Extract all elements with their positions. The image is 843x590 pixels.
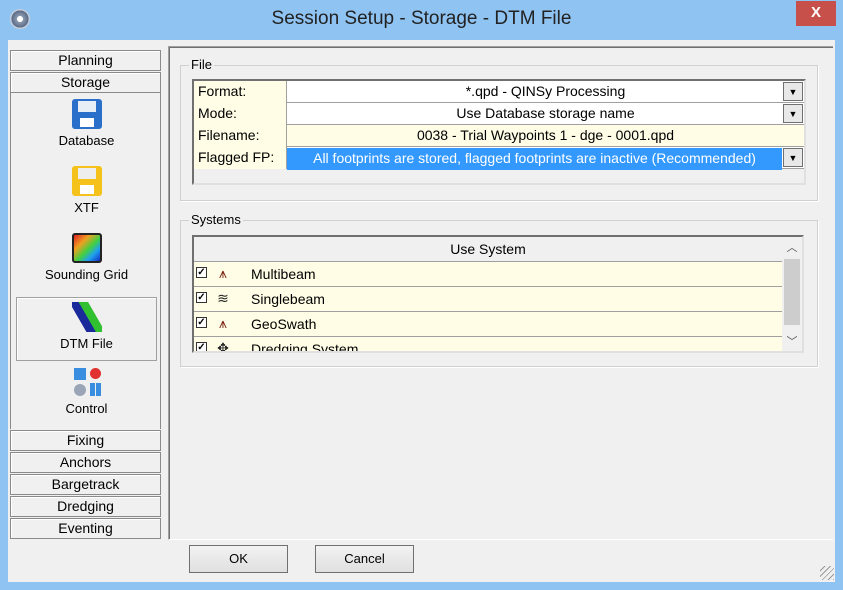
nav-anchors[interactable]: Anchors	[10, 452, 161, 473]
nav-item-label: XTF	[74, 200, 99, 215]
flagged-fp-row[interactable]: Flagged FP: All footprints are stored, f…	[194, 147, 804, 170]
xtf-floppy-icon	[71, 166, 102, 196]
system-name: Singlebeam	[251, 291, 325, 307]
resize-grip-icon[interactable]	[820, 566, 834, 580]
nav-item-control[interactable]: Control	[16, 367, 157, 416]
use-system-header[interactable]: Use System	[194, 237, 782, 262]
checkbox-singlebeam[interactable]: ✓	[196, 292, 207, 303]
window-title: Session Setup - Storage - DTM File	[271, 8, 572, 29]
nav-item-database[interactable]: Database	[16, 99, 157, 148]
chevron-down-icon[interactable]: ▼	[783, 104, 803, 123]
geoswath-icon: ⩚	[219, 315, 227, 331]
system-name: Dredging System	[251, 341, 359, 353]
sounding-grid-icon	[71, 233, 102, 263]
chevron-down-icon[interactable]: ▼	[783, 82, 803, 101]
format-label: Format:	[194, 81, 287, 103]
chevron-down-icon[interactable]: ▼	[783, 148, 803, 167]
nav-item-label: DTM File	[60, 336, 113, 351]
filename-value: 0038 - Trial Waypoints 1 - dge - 0001.qp…	[416, 127, 675, 143]
format-select[interactable]: *.qpd - QINSy Processing	[287, 81, 804, 103]
checkbox-geoswath[interactable]: ✓	[196, 317, 207, 328]
system-row-geoswath[interactable]: ✓ ⩚ GeoSwath	[194, 312, 782, 337]
nav-item-label: Database	[58, 133, 115, 148]
checkbox-multibeam[interactable]: ✓	[196, 267, 207, 278]
database-floppy-icon	[71, 99, 102, 129]
vertical-scrollbar[interactable]: ︿ ﹀	[782, 237, 802, 351]
scrollbar-thumb[interactable]	[784, 259, 800, 325]
filename-label: Filename:	[194, 125, 287, 147]
mode-label: Mode:	[194, 103, 287, 125]
checkbox-dredging-system[interactable]: ✓	[196, 342, 207, 351]
scroll-up-icon[interactable]: ︿	[782, 239, 802, 255]
filename-row: Filename: 0038 - Trial Waypoints 1 - dge…	[194, 125, 804, 147]
nav-item-xtf[interactable]: XTF	[16, 166, 157, 215]
system-row-dredging-system[interactable]: ✓ ✥ Dredging System	[194, 337, 782, 353]
singlebeam-icon: ≋	[217, 290, 229, 306]
systems-group-label: Systems	[189, 212, 243, 227]
nav-planning[interactable]: Planning	[10, 50, 161, 71]
nav-item-dtm-file[interactable]: DTM File	[16, 297, 157, 361]
flagged-fp-label: Flagged FP:	[194, 147, 287, 169]
flagged-fp-select[interactable]: All footprints are stored, flagged footp…	[287, 148, 782, 170]
multibeam-icon: ⩚	[219, 265, 227, 281]
mode-select[interactable]: Use Database storage name	[287, 103, 804, 125]
nav-storage[interactable]: Storage	[10, 72, 161, 93]
control-icon	[72, 367, 102, 397]
storage-pane: Database XTF Sounding Grid DTM File Cont…	[10, 93, 161, 429]
nav-eventing[interactable]: Eventing	[10, 518, 161, 539]
system-row-singlebeam[interactable]: ✓ ≋ Singlebeam	[194, 287, 782, 312]
dredging-system-icon: ✥	[217, 340, 229, 353]
nav-fixing[interactable]: Fixing	[10, 430, 161, 451]
format-row[interactable]: Format: *.qpd - QINSy Processing ▼	[194, 81, 804, 103]
nav-bargetrack[interactable]: Bargetrack	[10, 474, 161, 495]
system-name: GeoSwath	[251, 316, 317, 332]
ok-button[interactable]: OK	[189, 545, 288, 573]
nav-dredging[interactable]: Dredging	[10, 496, 161, 517]
nav-item-label: Control	[65, 401, 108, 416]
nav-item-label: Sounding Grid	[44, 267, 129, 282]
dtm-file-icon	[71, 302, 102, 332]
systems-grid: Use System ✓ ⩚ Multibeam ✓ ≋ Singlebeam …	[192, 235, 804, 353]
mode-row[interactable]: Mode: Use Database storage name ▼	[194, 103, 804, 125]
nav-item-sounding-grid[interactable]: Sounding Grid	[16, 233, 157, 282]
system-row-multibeam[interactable]: ✓ ⩚ Multibeam	[194, 262, 782, 287]
file-group-label: File	[189, 57, 214, 72]
close-button[interactable]: X	[796, 1, 836, 26]
system-name: Multibeam	[251, 266, 316, 282]
cancel-button[interactable]: Cancel	[315, 545, 414, 573]
scroll-down-icon[interactable]: ﹀	[782, 333, 802, 349]
file-properties-grid: Format: *.qpd - QINSy Processing ▼ Mode:…	[192, 79, 806, 185]
